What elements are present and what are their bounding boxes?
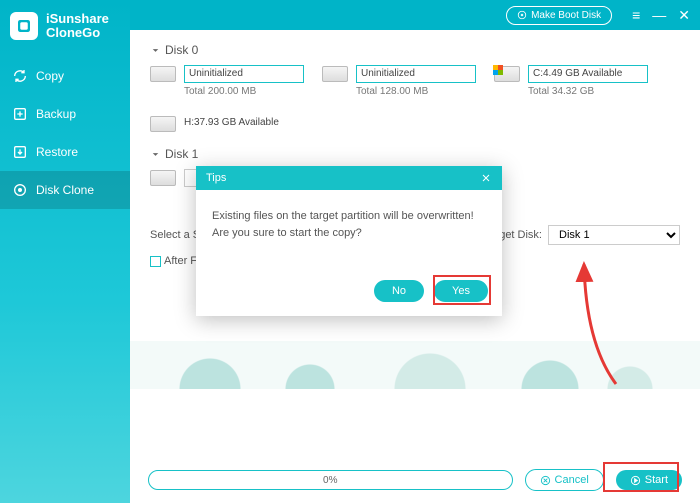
chevron-down-icon — [150, 45, 161, 56]
titlebar: Make Boot Disk ≡ — ✕ — [130, 0, 700, 30]
dialog-yes-button[interactable]: Yes — [434, 280, 488, 302]
play-icon — [630, 475, 641, 486]
minimize-icon[interactable]: — — [652, 8, 666, 22]
cancel-button[interactable]: Cancel — [525, 469, 604, 491]
nav-copy[interactable]: Copy — [0, 57, 130, 95]
sidebar: iSunshare CloneGo Copy Backup Restore Di… — [0, 0, 130, 503]
partition-item[interactable]: Uninitialized Total 200.00 MB — [150, 65, 304, 97]
plus-box-icon — [12, 106, 28, 122]
start-button[interactable]: Start — [616, 470, 682, 490]
disk-title: Disk 1 — [165, 147, 198, 161]
partition-label: Uninitialized — [356, 65, 476, 83]
nav-disk-clone[interactable]: Disk Clone — [0, 171, 130, 209]
drive-icon — [150, 66, 176, 82]
progress-bar: 0% — [148, 470, 513, 490]
drive-icon — [150, 116, 176, 132]
partition-item[interactable]: Uninitialized Total 128.00 MB — [322, 65, 476, 97]
disk-title: Disk 0 — [165, 43, 198, 57]
partition-size: Total 34.32 GB — [528, 86, 648, 97]
disk-0-header[interactable]: Disk 0 — [150, 43, 680, 57]
dialog-close-icon[interactable] — [480, 172, 492, 184]
nav-label: Disk Clone — [36, 183, 94, 197]
partition-item[interactable]: H:37.93 GB Available — [150, 115, 304, 133]
brand-line-2: CloneGo — [46, 26, 109, 40]
partition-size: Total 200.00 MB — [184, 86, 304, 97]
dialog-no-button[interactable]: No — [374, 280, 424, 302]
menu-icon[interactable]: ≡ — [632, 8, 640, 22]
partition-label: C:4.49 GB Available — [528, 65, 648, 83]
partition-item[interactable]: C:4.49 GB Available Total 34.32 GB — [494, 65, 648, 97]
app-logo: iSunshare CloneGo — [0, 0, 130, 53]
nav-restore[interactable]: Restore — [0, 133, 130, 171]
nav-backup[interactable]: Backup — [0, 95, 130, 133]
restore-icon — [12, 144, 28, 160]
partition-size: Total 128.00 MB — [356, 86, 476, 97]
partition-label: H:37.93 GB Available — [184, 115, 304, 133]
target-disk-select[interactable]: Disk 1 — [548, 225, 680, 245]
nav-label: Restore — [36, 145, 78, 159]
drive-icon — [150, 170, 176, 186]
logo-icon — [10, 12, 38, 40]
footer: 0% Cancel Start — [130, 459, 700, 503]
nav-label: Copy — [36, 69, 64, 83]
refresh-icon — [12, 68, 28, 84]
chevron-down-icon — [150, 149, 161, 160]
disc-icon — [517, 10, 527, 20]
windows-drive-icon — [494, 66, 520, 82]
tips-dialog: Tips Existing files on the target partit… — [196, 166, 502, 316]
make-boot-label: Make Boot Disk — [531, 10, 601, 21]
close-icon[interactable]: ✕ — [678, 8, 690, 22]
partition-label: Uninitialized — [184, 65, 304, 83]
disk-0-section: Disk 0 Uninitialized Total 200.00 MB Uni… — [150, 43, 680, 133]
disk-1-header[interactable]: Disk 1 — [150, 147, 680, 161]
dialog-header: Tips — [196, 166, 502, 190]
make-boot-disk-button[interactable]: Make Boot Disk — [506, 6, 612, 25]
drive-icon — [322, 66, 348, 82]
dialog-body: Existing files on the target partition w… — [196, 190, 502, 270]
disk-clone-icon — [12, 182, 28, 198]
dialog-title: Tips — [206, 172, 226, 184]
nav-label: Backup — [36, 107, 76, 121]
cancel-icon — [540, 475, 551, 486]
brand-line-1: iSunshare — [46, 12, 109, 26]
